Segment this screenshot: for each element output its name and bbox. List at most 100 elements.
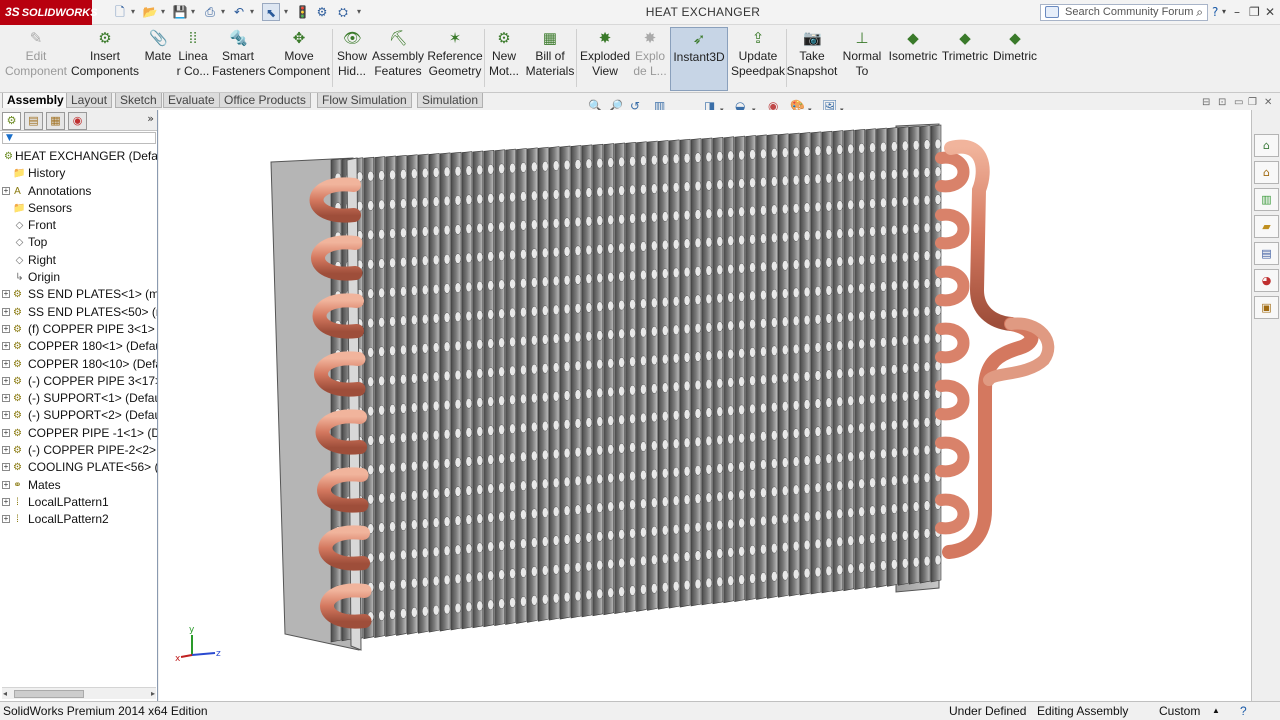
undo-dropdown-icon[interactable]: ▾	[248, 3, 256, 21]
cooling-plate-fin[interactable]	[756, 134, 767, 600]
display-manager-tab-icon[interactable]: ◉	[68, 112, 87, 130]
tree-item[interactable]: + ⁞ LocalLPattern1	[0, 494, 157, 511]
tree-item[interactable]: ◇ Front	[0, 217, 157, 234]
expand-toggle-icon[interactable]: +	[2, 359, 10, 368]
custom-properties-icon[interactable]: ▣	[1254, 296, 1279, 319]
cooling-plate-fin[interactable]	[439, 152, 451, 632]
cooling-plate-fin[interactable]	[788, 132, 800, 597]
heat-exchanger-model[interactable]: y z x	[159, 110, 1251, 701]
cooling-plate-fin[interactable]	[494, 149, 505, 627]
search-community-forum-input[interactable]: Search Community Forum ⌕	[1040, 4, 1208, 21]
cooling-plate-fin[interactable]	[614, 142, 625, 615]
select-icon[interactable]: ⬉	[262, 3, 280, 21]
feature-tree-filter[interactable]: ▼	[2, 132, 156, 144]
cooling-plate-fin[interactable]	[428, 153, 440, 633]
open-dropdown-icon[interactable]: ▾	[159, 3, 167, 21]
feature-manager-tab-icon[interactable]: ⚙	[2, 112, 21, 130]
cooling-plate-fin[interactable]	[734, 135, 745, 603]
rebuild-icon[interactable]: 🚦	[295, 3, 310, 21]
save-dropdown-icon[interactable]: ▾	[189, 3, 197, 21]
cooling-plate-fin[interactable]	[472, 150, 484, 629]
tree-item[interactable]: ◇ Top	[0, 234, 157, 251]
cooling-plate-fin[interactable]	[461, 151, 473, 630]
cooling-plate-fin[interactable]	[843, 129, 855, 592]
new-motion-study-button[interactable]: ⚙ New Mot...	[486, 27, 522, 91]
smart-fasteners-button[interactable]: 🔩 Smart Fasteners	[212, 27, 265, 91]
options-dropdown-icon[interactable]: ▾	[355, 3, 363, 21]
tab-evaluate[interactable]: Evaluate	[163, 93, 220, 108]
viewport-collapse-icon[interactable]: ⊟	[1202, 96, 1210, 110]
cooling-plate-fin[interactable]	[799, 132, 811, 596]
cooling-plate-fin[interactable]	[417, 153, 429, 634]
reference-geometry-button[interactable]: ✶ Reference Geometry	[426, 27, 484, 91]
edit-component-button[interactable]: ✎ Edit Component	[4, 27, 68, 91]
tree-root-assembly[interactable]: ⚙ HEAT EXCHANGER (Default<Display State-…	[0, 148, 157, 165]
tree-item[interactable]: + ⚙ (-) COPPER PIPE 3<17> (	[0, 373, 157, 390]
expand-toggle-icon[interactable]: +	[2, 394, 10, 403]
expand-toggle-icon[interactable]: +	[2, 480, 10, 489]
file-explorer-icon[interactable]: ▥	[1254, 188, 1279, 211]
cooling-plate-fin[interactable]	[407, 154, 418, 635]
property-manager-tab-icon[interactable]: ▤	[24, 112, 43, 130]
copper-180-bend[interactable]	[935, 436, 970, 478]
copper-180-bends-right[interactable]	[935, 151, 970, 535]
cooling-plate-fin[interactable]	[767, 133, 778, 599]
linear-component-pattern-button[interactable]: ⁞⁞ Linea r Co...	[176, 27, 210, 91]
viewport-minimize-icon[interactable]: ▭	[1234, 96, 1243, 110]
mate-button[interactable]: 📎 Mate	[142, 27, 174, 91]
file-properties-icon[interactable]: ⚙	[314, 3, 330, 21]
expand-toggle-icon[interactable]: +	[2, 463, 10, 472]
cooling-plate-fin[interactable]	[745, 135, 756, 601]
cooling-plate-fin[interactable]	[821, 130, 833, 594]
take-snapshot-button[interactable]: 📷 Take Snapshot	[786, 27, 838, 91]
show-hidden-components-button[interactable]: 👁 Show Hid...	[334, 27, 370, 91]
close-icon[interactable]: ✕	[1265, 3, 1275, 21]
cooling-plate-fin[interactable]	[374, 156, 385, 639]
options-icon[interactable]: ⛭	[335, 3, 351, 21]
update-speedpak-button[interactable]: ⇪ Update Speedpak	[730, 27, 786, 91]
instant3d-button[interactable]: ➶ Instant3D	[670, 27, 728, 91]
expand-panel-icon[interactable]: »	[147, 112, 154, 125]
tree-item[interactable]: + ⚭ Mates	[0, 477, 157, 494]
expand-toggle-icon[interactable]: +	[2, 428, 10, 437]
cooling-plate-fin[interactable]	[527, 147, 538, 623]
cooling-plate-fin[interactable]	[723, 136, 735, 604]
cooling-plate-fin[interactable]	[450, 151, 462, 631]
folder-icon[interactable]: ▰	[1254, 215, 1279, 238]
help-dropdown-icon[interactable]: ▾	[1222, 3, 1226, 21]
cooling-plate-fin[interactable]	[897, 126, 909, 586]
cooling-plate-fin[interactable]	[603, 143, 615, 616]
help-icon[interactable]: ?	[1212, 3, 1218, 21]
cooling-plate-fin[interactable]	[559, 145, 571, 620]
cooling-plate-fin[interactable]	[581, 144, 593, 618]
cooling-plate-fin[interactable]	[908, 125, 920, 585]
cooling-plate-fin[interactable]	[876, 127, 887, 588]
viewport-close-icon[interactable]: ✕	[1264, 96, 1272, 110]
unit-system-caret-icon[interactable]: ▲	[1212, 702, 1220, 720]
copper-180-bend[interactable]	[935, 493, 970, 535]
assembly-features-button[interactable]: ⛏ Assembly Features	[372, 27, 424, 91]
cooling-plate-fin[interactable]	[483, 150, 495, 628]
cooling-plate-fin[interactable]	[777, 133, 789, 598]
expand-toggle-icon[interactable]: +	[2, 290, 10, 299]
tree-item[interactable]: ◇ Right	[0, 252, 157, 269]
tree-item[interactable]: + ⚙ COPPER PIPE -1<1> (De	[0, 425, 157, 442]
print-icon[interactable]: ⎙	[202, 3, 218, 21]
tree-item[interactable]: 📁 Sensors	[0, 200, 157, 217]
scroll-left-icon[interactable]: ◂	[3, 688, 7, 700]
cooling-plate-fin[interactable]	[330, 158, 342, 643]
expand-toggle-icon[interactable]: +	[2, 515, 10, 524]
expand-toggle-icon[interactable]: +	[2, 446, 10, 455]
expand-toggle-icon[interactable]: +	[2, 411, 10, 420]
cooling-plate-fin[interactable]	[636, 141, 647, 612]
cooling-plate-fin[interactable]	[537, 146, 549, 622]
cooling-plate-fin[interactable]	[516, 148, 527, 624]
tree-item[interactable]: + ⚙ COPPER 180<1> (Defaul	[0, 338, 157, 355]
unit-system[interactable]: Custom	[1159, 702, 1200, 720]
cooling-plate-fin[interactable]	[570, 145, 582, 619]
tree-item[interactable]: ↳ Origin	[0, 269, 157, 286]
open-document-icon[interactable]: 📂	[142, 3, 158, 21]
tree-item[interactable]: + ⚙ (-) SUPPORT<1> (Defaul	[0, 390, 157, 407]
tree-item[interactable]: + ⁞ LocalLPattern2	[0, 511, 157, 528]
tree-item[interactable]: + ⚙ (-) SUPPORT<2> (Defaul	[0, 407, 157, 424]
